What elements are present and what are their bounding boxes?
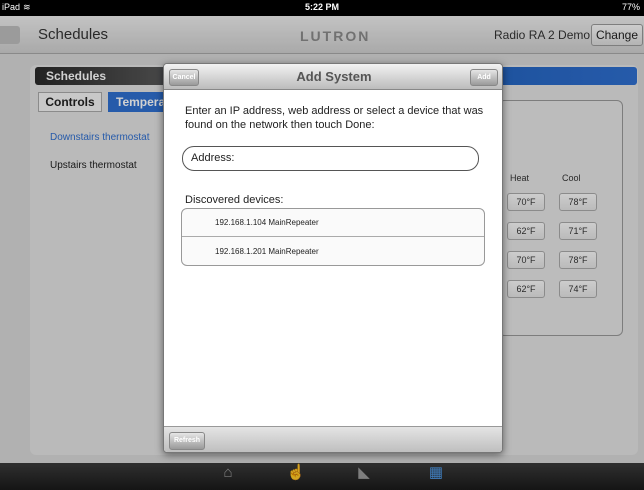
address-field[interactable]: Address: [182, 146, 479, 171]
discovered-devices-list: 192.168.1.104 MainRepeater 192.168.1.201… [181, 208, 485, 266]
device-row[interactable]: 192.168.1.104 MainRepeater [182, 209, 484, 237]
dialog-title: Add System [296, 69, 372, 84]
discovered-devices-label: Discovered devices: [185, 194, 284, 206]
dialog-instructions: Enter an IP address, web address or sele… [185, 105, 484, 131]
battery-level: 77% [621, 2, 640, 12]
device-row[interactable]: 192.168.1.201 MainRepeater [182, 238, 484, 265]
dialog-header: Cancel Add System Add [164, 64, 502, 90]
status-bar: iPad ≋ 5:22 PM 77% [0, 0, 644, 16]
add-button[interactable]: Add [470, 69, 498, 86]
dialog-footer: Refresh [164, 426, 502, 452]
refresh-button[interactable]: Refresh [169, 432, 205, 450]
status-time: 5:22 PM [304, 2, 339, 12]
add-system-dialog: Cancel Add System Add Enter an IP addres… [163, 63, 503, 453]
